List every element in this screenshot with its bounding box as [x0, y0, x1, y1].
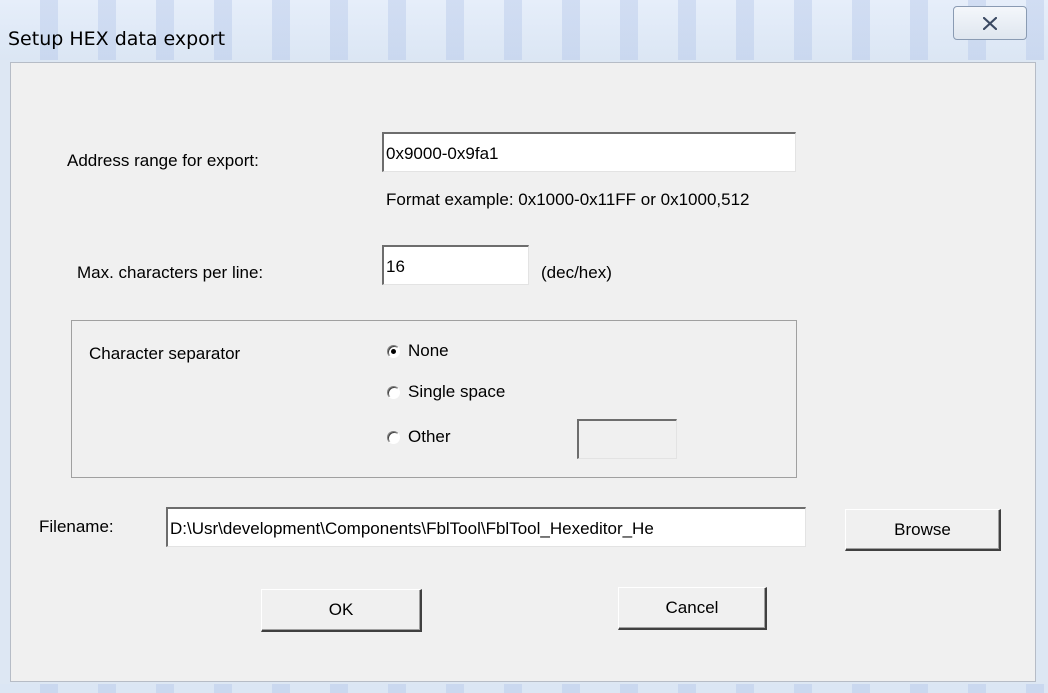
close-x-icon [983, 16, 997, 30]
filename-label: Filename: [39, 517, 114, 536]
ok-button[interactable]: OK [261, 589, 422, 632]
separator-radio-single-space-label: Single space [408, 382, 506, 401]
radio-unchecked-icon [387, 430, 400, 444]
separator-radio-other-label: Other [408, 427, 451, 446]
browse-button[interactable]: Browse [845, 509, 1001, 551]
character-separator-label: Character separator [89, 344, 241, 363]
dialog-window: Setup HEX data export Address range for … [0, 0, 1048, 693]
max-chars-label: Max. characters per line: [77, 263, 264, 282]
max-chars-unit: (dec/hex) [541, 263, 612, 282]
close-button[interactable] [953, 6, 1027, 40]
address-range-label: Address range for export: [67, 151, 259, 170]
address-format-hint: Format example: 0x1000-0x11FF or 0x1000,… [386, 190, 750, 209]
window-title: Setup HEX data export [8, 28, 226, 50]
window-bottom-border [0, 684, 1048, 693]
address-range-input[interactable] [382, 132, 796, 172]
separator-radio-other[interactable]: Other [387, 427, 451, 447]
filename-input[interactable] [166, 507, 806, 547]
radio-unchecked-icon [387, 385, 400, 399]
separator-radio-single-space[interactable]: Single space [387, 382, 505, 402]
max-chars-input[interactable] [382, 245, 529, 285]
separator-other-input[interactable] [577, 419, 677, 459]
cancel-button[interactable]: Cancel [618, 587, 767, 630]
separator-radio-none-label: None [408, 341, 449, 360]
character-separator-group: Character separator None Single space Ot… [71, 320, 797, 478]
dialog-client-area: Address range for export: Format example… [10, 62, 1036, 682]
radio-checked-icon [387, 344, 400, 358]
separator-radio-none[interactable]: None [387, 341, 449, 361]
